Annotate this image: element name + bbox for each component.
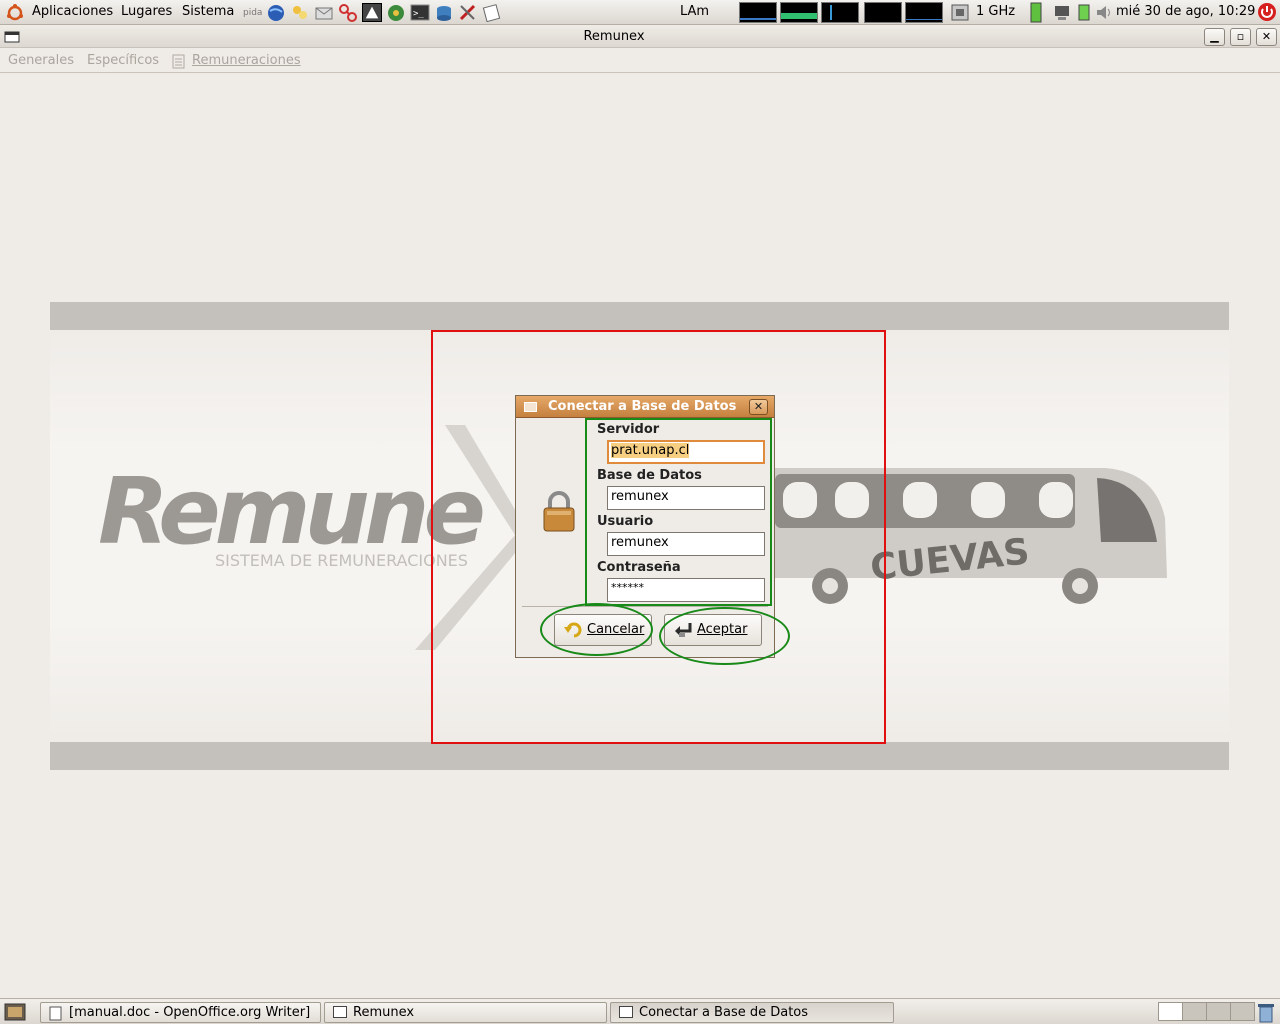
svg-text:pida: pida (243, 8, 262, 18)
clock[interactable]: mié 30 de ago, 10:29 (1116, 4, 1255, 19)
green-annotation-accept-ellipse (659, 607, 790, 665)
bottom-panel: [manual.doc - OpenOffice.org Writer] Rem… (0, 998, 1280, 1024)
terminal-icon[interactable]: >_ (410, 3, 430, 22)
workspace-2[interactable] (1182, 1002, 1207, 1021)
cpu-frequency: 1 GHz (976, 4, 1016, 19)
database-admin-icon[interactable] (434, 3, 454, 22)
menu-generales[interactable]: Generales (8, 53, 74, 68)
maximize-button[interactable]: ▫ (1230, 28, 1251, 46)
window-titlebar[interactable]: Remunex ▁ ▫ ✕ (0, 26, 1280, 48)
mail-icon[interactable] (314, 3, 334, 22)
inkscape-icon[interactable] (362, 3, 382, 22)
menu-remuneraciones[interactable]: Remuneraciones (192, 53, 301, 68)
menu-lugares[interactable]: Lugares (121, 4, 172, 19)
trash-icon[interactable] (1256, 1002, 1276, 1023)
task-connect-dialog-label: Conectar a Base de Datos (639, 1005, 809, 1020)
network-tool-icon[interactable] (338, 3, 358, 22)
chat-icon[interactable] (290, 3, 310, 22)
document-icon (49, 1006, 62, 1021)
window-icon (333, 1006, 347, 1018)
task-writer-label: [manual.doc - OpenOffice.org Writer] (69, 1005, 311, 1020)
splash-top-band (50, 302, 1229, 330)
top-panel: Aplicaciones Lugares Sistema pida >_ LAm… (0, 0, 1280, 25)
tools-icon[interactable] (458, 3, 478, 22)
web-browser-icon[interactable] (266, 3, 286, 22)
task-remunex-label: Remunex (353, 1005, 415, 1020)
network-monitor[interactable] (821, 2, 859, 23)
load-monitor[interactable] (905, 2, 943, 23)
power-plug-icon[interactable] (1076, 3, 1092, 22)
window-icon (619, 1006, 633, 1018)
svg-text:>_: >_ (413, 9, 424, 19)
globe-green-icon[interactable] (386, 3, 406, 22)
window-title: Remunex (583, 29, 645, 44)
cpu-monitor[interactable] (739, 2, 777, 23)
network-status-icon[interactable] (1052, 3, 1072, 22)
document-icon (172, 54, 185, 69)
dialog-close-button[interactable]: ✕ (749, 399, 768, 415)
battery-icon[interactable] (1027, 2, 1045, 23)
ubuntu-logo-icon[interactable] (5, 3, 25, 22)
minimize-button[interactable]: ▁ (1204, 28, 1225, 46)
task-writer[interactable]: [manual.doc - OpenOffice.org Writer] (40, 1002, 321, 1023)
task-connect-dialog[interactable]: Conectar a Base de Datos (610, 1002, 894, 1023)
shutdown-icon[interactable] (1257, 2, 1277, 22)
menu-sistema[interactable]: Sistema (182, 4, 234, 19)
text-editor-icon[interactable] (482, 3, 502, 22)
dialog-title: Conectar a Base de Datos (548, 399, 737, 414)
green-annotation-fields-box (585, 418, 772, 606)
green-annotation-cancel-ellipse (540, 603, 653, 656)
memory-monitor[interactable] (780, 2, 818, 23)
task-remunex[interactable]: Remunex (324, 1002, 607, 1023)
workspace-4[interactable] (1230, 1002, 1255, 1021)
menu-especificos[interactable]: Específicos (87, 53, 159, 68)
menu-aplicaciones[interactable]: Aplicaciones (32, 4, 113, 19)
close-button[interactable]: ✕ (1256, 28, 1277, 46)
splash-bottom-band (50, 742, 1229, 770)
workspace-3[interactable] (1206, 1002, 1231, 1021)
dialog-titlebar[interactable]: Conectar a Base de Datos ✕ (516, 396, 774, 418)
pida-launcher-icon[interactable]: pida (242, 3, 262, 22)
keyboard-layout-indicator[interactable]: LAm (680, 4, 709, 19)
volume-icon[interactable] (1095, 4, 1113, 21)
lock-icon (543, 491, 575, 532)
show-desktop-icon[interactable] (4, 1003, 26, 1021)
window-menubar: Generales Específicos Remuneraciones (0, 49, 1280, 73)
swap-monitor[interactable] (864, 2, 902, 23)
cpu-freq-icon (951, 4, 969, 21)
dialog-window-icon (524, 402, 537, 412)
workspace-1[interactable] (1158, 1002, 1183, 1021)
